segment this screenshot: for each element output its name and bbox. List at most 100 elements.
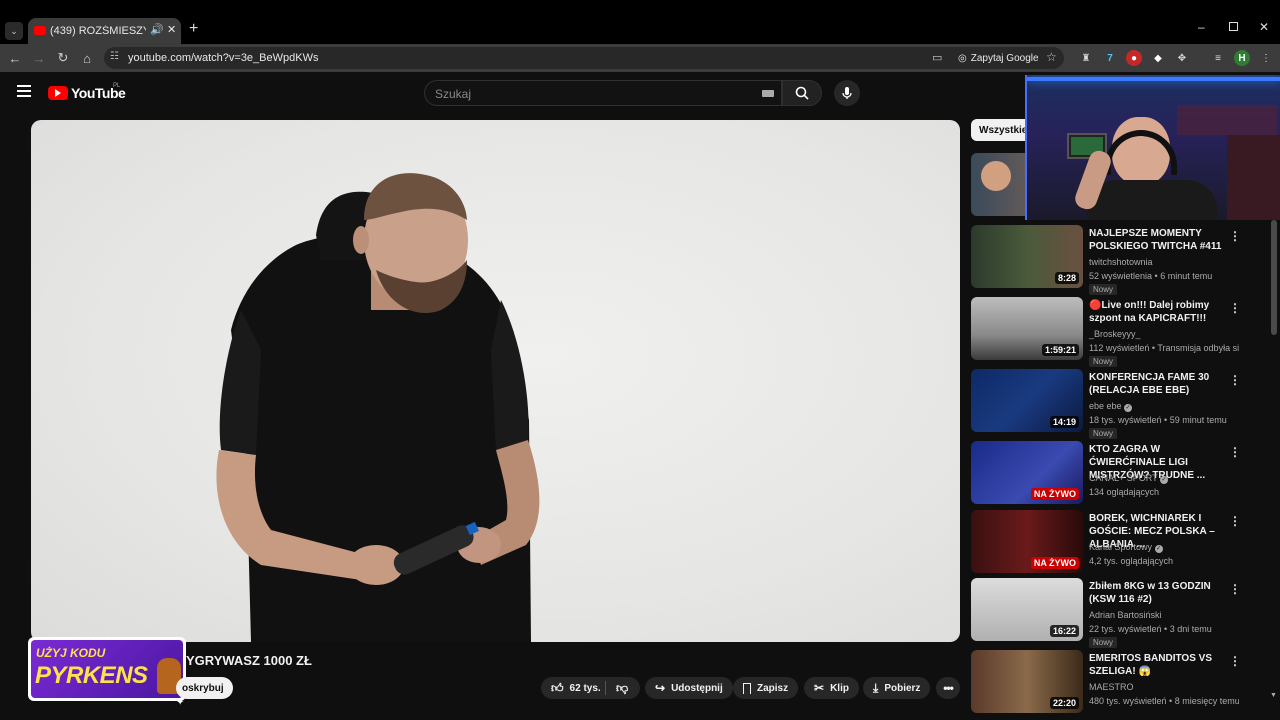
- upload-age: 6 minut temu: [1160, 271, 1213, 281]
- channel-name[interactable]: _Broskeyyy_: [1089, 329, 1141, 339]
- channel-name[interactable]: ebe ebe ✓: [1089, 401, 1133, 412]
- extension-4-icon[interactable]: ◆: [1150, 50, 1166, 66]
- list-item[interactable]: NA ŻYWO KTO ZAGRA W ĆWIERĆFINALE LIGI MIS…: [971, 441, 1261, 507]
- video-title[interactable]: Zbiłem 8KG w 13 GODZIN (KSW 116 #2): [1089, 580, 1239, 606]
- keyboard-icon[interactable]: [762, 90, 774, 97]
- extension-3-icon[interactable]: ●: [1126, 50, 1142, 66]
- like-count: 62 tys.: [569, 682, 601, 694]
- more-vertical-icon[interactable]: ⋮: [1229, 654, 1241, 668]
- more-vertical-icon[interactable]: ⋮: [1229, 514, 1241, 528]
- list-item[interactable]: NA ŻYWO BOREK, WICHNIAREK I GOŚCIE: MECZ …: [971, 510, 1261, 576]
- video-thumbnail[interactable]: 16:22: [971, 578, 1083, 641]
- download-button[interactable]: ⤓ Pobierz: [863, 677, 931, 699]
- video-title[interactable]: 🔴Live on!!! Dalej robimy szpont na KAPIC…: [1089, 299, 1239, 325]
- clip-button[interactable]: ✂ Klip: [804, 677, 859, 699]
- channel-name-text: Adrian Bartosiński: [1089, 610, 1162, 620]
- view-count: 22 tys. wyświetleń: [1089, 624, 1162, 634]
- browser-tab-active[interactable]: (439) ROZŚMIESZYSZ NAS 🔊 ✕: [28, 18, 181, 44]
- voice-search-button[interactable]: [834, 80, 860, 106]
- tab-search-button[interactable]: ⌄: [5, 22, 23, 40]
- ask-google-label: Zapytaj Google: [970, 52, 1039, 64]
- more-vertical-icon[interactable]: ⋮: [1229, 229, 1241, 243]
- channel-name[interactable]: MAESTRO: [1089, 682, 1134, 692]
- extension-2-icon[interactable]: 7: [1102, 50, 1118, 66]
- search-button[interactable]: [782, 80, 822, 106]
- speaker-icon[interactable]: 🔊: [150, 23, 164, 36]
- channel-name-text: Kanał Sportowy: [1089, 542, 1153, 552]
- more-vertical-icon[interactable]: ⋮: [1229, 445, 1241, 459]
- channel-name[interactable]: Adrian Bartosiński: [1089, 610, 1162, 620]
- extension-1-icon[interactable]: ♜: [1078, 50, 1094, 66]
- new-tab-button[interactable]: +: [189, 20, 198, 38]
- video-meta: 52 wyświetlenia • 6 minut temu: [1089, 271, 1213, 281]
- channel-name[interactable]: Kanał Sportowy ✓: [1089, 542, 1163, 553]
- minimize-button[interactable]: –: [1198, 20, 1205, 34]
- list-item[interactable]: 22:20 EMERITOS BANDITOS VS SZELIGA! 😱 MAES…: [971, 650, 1261, 716]
- list-item[interactable]: 1:59:21 🔴Live on!!! Dalej robimy szpont n…: [971, 297, 1261, 367]
- video-thumbnail[interactable]: NA ŻYWO: [971, 510, 1083, 573]
- video-title[interactable]: NAJLEPSZE MOMENTY POLSKIEGO TWITCHA #411: [1089, 227, 1239, 253]
- extensions-puzzle-icon[interactable]: ✥: [1174, 50, 1190, 66]
- site-info-icon[interactable]: ☷: [110, 51, 119, 62]
- search-placeholder: Szukaj: [435, 87, 472, 101]
- profile-avatar[interactable]: H: [1234, 50, 1250, 66]
- scroll-down-arrow-icon[interactable]: ▼: [1270, 692, 1277, 699]
- more-vertical-icon[interactable]: ⋮: [1229, 301, 1241, 315]
- filter-chip-all[interactable]: Wszystkie: [971, 119, 1031, 141]
- duration-badge: NA ŻYWO: [1030, 488, 1079, 500]
- video-title[interactable]: EMERITOS BANDITOS VS SZELIGA! 😱: [1089, 652, 1239, 678]
- channel-name-text: CANAL+ SPORT: [1089, 473, 1158, 483]
- ask-google-button[interactable]: ◎ Zapytaj Google: [952, 49, 1045, 67]
- video-thumbnail[interactable]: NA ŻYWO: [971, 441, 1083, 504]
- list-item[interactable]: 16:22 Zbiłem 8KG w 13 GODZIN (KSW 116 #2)…: [971, 578, 1261, 648]
- promo-line-1: UŻYJ KODU: [36, 646, 106, 660]
- video-title[interactable]: KONFERENCJA FAME 30 (RELACJA EBE EBE): [1089, 371, 1239, 397]
- close-tab-icon[interactable]: ✕: [167, 23, 176, 36]
- bookmark-star-icon[interactable]: ☆: [1046, 50, 1057, 64]
- view-count: 112 wyświetleń: [1089, 343, 1150, 353]
- video-frame-person: [216, 173, 540, 642]
- more-actions-button[interactable]: •••: [936, 677, 960, 699]
- verified-check-icon: ✓: [1154, 545, 1163, 553]
- browser-menu-icon[interactable]: ⋮: [1258, 50, 1274, 66]
- back-arrow-icon[interactable]: ←: [5, 48, 25, 68]
- cast-icon[interactable]: ▭: [932, 51, 942, 64]
- sidebar-scrollbar[interactable]: [1271, 220, 1277, 335]
- mouse-cursor-icon: ✦: [176, 697, 185, 708]
- reload-icon[interactable]: ↻: [53, 48, 73, 68]
- channel-name[interactable]: CANAL+ SPORT ✓: [1089, 473, 1168, 484]
- video-thumbnail[interactable]: 1:59:21: [971, 297, 1083, 360]
- home-icon[interactable]: ⌂: [77, 48, 97, 68]
- search-input[interactable]: Szukaj: [424, 80, 782, 106]
- video-thumbnail[interactable]: 22:20: [971, 650, 1083, 713]
- more-vertical-icon[interactable]: ⋮: [1229, 582, 1241, 596]
- list-item[interactable]: 8:28 NAJLEPSZE MOMENTY POLSKIEGO TWITCHA …: [971, 225, 1261, 295]
- address-bar[interactable]: ☷ youtube.com/watch?v=3e_BeWpdKWs ▭ ◎ Za…: [104, 47, 1064, 69]
- video-thumbnail[interactable]: 8:28: [971, 225, 1083, 288]
- video-title: YGRYWASZ 1000 ZŁ: [186, 653, 312, 668]
- reading-list-icon[interactable]: ≡: [1210, 50, 1226, 66]
- dislike-button[interactable]: 👎︎: [606, 677, 640, 699]
- streamer-webcam-overlay: [1025, 75, 1280, 220]
- channel-name-text: _Broskeyyy_: [1089, 329, 1141, 339]
- share-button[interactable]: ↪ Udostępnij: [645, 677, 733, 699]
- view-count: 52 wyświetlenia: [1089, 271, 1153, 281]
- close-window-button[interactable]: ✕: [1259, 20, 1269, 34]
- list-item[interactable]: 14:19 KONFERENCJA FAME 30 (RELACJA EBE EB…: [971, 369, 1261, 439]
- new-badge: Nowy: [1089, 284, 1118, 295]
- share-label: Udostępnij: [671, 682, 723, 694]
- more-vertical-icon[interactable]: ⋮: [1229, 373, 1241, 387]
- video-thumbnail[interactable]: 14:19: [971, 369, 1083, 432]
- video-meta: 480 tys. wyświetleń • 8 miesięcy temu: [1089, 696, 1239, 706]
- hamburger-menu-icon[interactable]: [17, 85, 31, 97]
- promo-line-2: PYRKENS: [35, 662, 148, 689]
- video-player[interactable]: [31, 120, 960, 642]
- view-count: 480 tys. wyświetleń: [1089, 696, 1167, 706]
- subscribe-button[interactable]: oskrybuj: [176, 677, 233, 699]
- maximize-button[interactable]: [1229, 22, 1238, 31]
- channel-name[interactable]: twitchshotownia: [1089, 257, 1153, 267]
- forward-arrow-icon[interactable]: →: [29, 48, 49, 68]
- like-button[interactable]: 👍︎ 62 tys.: [541, 677, 613, 699]
- tab-title: (439) ROZŚMIESZYSZ NAS: [50, 25, 146, 37]
- save-button[interactable]: Zapisz: [733, 677, 799, 699]
